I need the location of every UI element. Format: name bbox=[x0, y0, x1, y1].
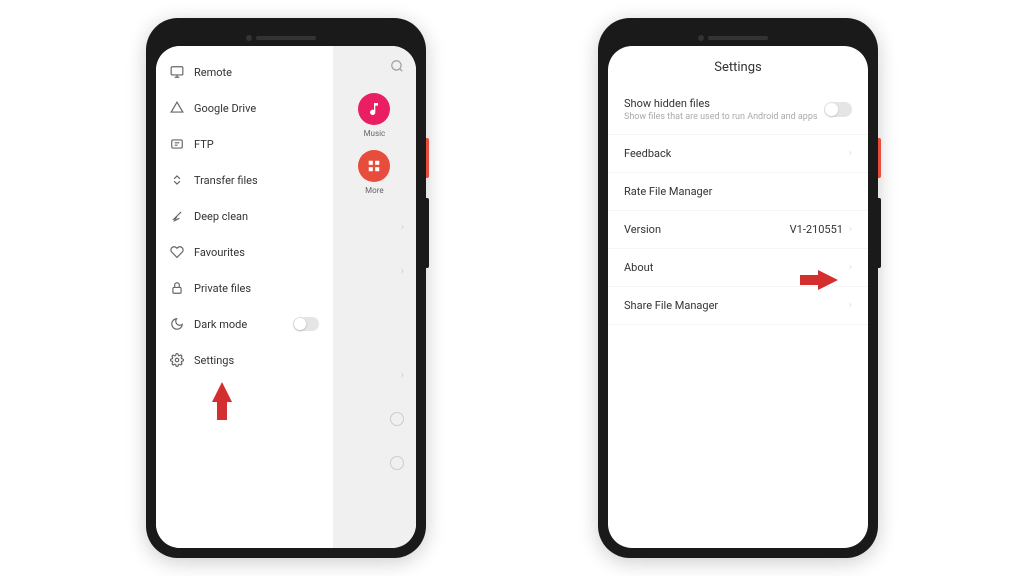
chevron-right-icon: › bbox=[849, 300, 852, 311]
chevron-right-icon: › bbox=[401, 266, 404, 277]
setting-title: Share File Manager bbox=[624, 299, 718, 312]
chevron-right-icon: › bbox=[849, 224, 852, 235]
hidden-files-toggle[interactable] bbox=[824, 102, 852, 117]
drawer-item-settings[interactable]: Settings bbox=[156, 342, 333, 378]
chevron-right-icon: › bbox=[849, 148, 852, 159]
search-icon[interactable] bbox=[337, 54, 412, 81]
page-title: Settings bbox=[608, 46, 868, 85]
radio-icon bbox=[390, 456, 404, 470]
setting-subtitle: Show files that are used to run Android … bbox=[624, 112, 818, 122]
volume-button bbox=[426, 198, 429, 268]
drawer-item-remote[interactable]: Remote bbox=[156, 54, 333, 90]
drawer-item-google-drive[interactable]: Google Drive bbox=[156, 90, 333, 126]
phone-mockup-right: Settings Show hidden files Show files th… bbox=[598, 18, 878, 558]
drawer-item-dark-mode[interactable]: Dark mode bbox=[156, 306, 333, 342]
drawer-item-transfer[interactable]: Transfer files bbox=[156, 162, 333, 198]
lock-icon bbox=[170, 281, 184, 295]
gear-icon bbox=[170, 353, 184, 367]
drawer-label: FTP bbox=[194, 138, 214, 151]
setting-title: Feedback bbox=[624, 147, 671, 160]
setting-title: Show hidden files bbox=[624, 97, 818, 110]
phone-mockup-left: Remote Google Drive FTP Transfer files D… bbox=[146, 18, 426, 558]
annotation-arrow-up bbox=[212, 382, 232, 402]
music-note-icon bbox=[358, 93, 390, 125]
ftp-icon bbox=[170, 137, 184, 151]
drawer-item-favourites[interactable]: Favourites bbox=[156, 234, 333, 270]
list-row[interactable] bbox=[337, 443, 412, 483]
radio-icon bbox=[390, 412, 404, 426]
transfer-icon bbox=[170, 173, 184, 187]
list-row[interactable] bbox=[337, 399, 412, 439]
setting-share[interactable]: Share File Manager › bbox=[608, 287, 868, 325]
setting-title: About bbox=[624, 261, 653, 274]
navigation-drawer: Remote Google Drive FTP Transfer files D… bbox=[156, 46, 333, 548]
drawer-label: Transfer files bbox=[194, 174, 258, 187]
heart-icon bbox=[170, 245, 184, 259]
chevron-right-icon: › bbox=[401, 370, 404, 381]
app-label: Music bbox=[364, 129, 386, 138]
chevron-right-icon: › bbox=[849, 262, 852, 273]
drawer-label: Private files bbox=[194, 282, 251, 295]
app-label: More bbox=[365, 186, 383, 195]
version-value: V1-210551 bbox=[790, 223, 843, 236]
volume-button bbox=[878, 198, 881, 268]
dark-mode-toggle[interactable] bbox=[293, 317, 319, 331]
moon-icon bbox=[170, 317, 184, 331]
app-tile-music[interactable]: Music bbox=[337, 93, 412, 138]
drive-icon bbox=[170, 101, 184, 115]
phone-screen-left: Remote Google Drive FTP Transfer files D… bbox=[156, 46, 416, 548]
annotation-arrow-right bbox=[818, 270, 838, 290]
drawer-label: Favourites bbox=[194, 246, 245, 259]
phone-screen-right: Settings Show hidden files Show files th… bbox=[608, 46, 868, 548]
drawer-label: Google Drive bbox=[194, 102, 256, 115]
drawer-label: Settings bbox=[194, 354, 234, 367]
monitor-icon bbox=[170, 65, 184, 79]
power-button bbox=[426, 138, 429, 178]
category-row[interactable]: › bbox=[337, 251, 412, 291]
setting-title: Version bbox=[624, 223, 661, 236]
drawer-label: Deep clean bbox=[194, 210, 248, 223]
app-tile-more[interactable]: More bbox=[337, 150, 412, 195]
category-row[interactable]: › bbox=[337, 207, 412, 247]
broom-icon bbox=[170, 209, 184, 223]
setting-rate[interactable]: Rate File Manager bbox=[608, 173, 868, 211]
setting-show-hidden[interactable]: Show hidden files Show files that are us… bbox=[608, 85, 868, 135]
drawer-item-private-files[interactable]: Private files bbox=[156, 270, 333, 306]
drawer-item-ftp[interactable]: FTP bbox=[156, 126, 333, 162]
drawer-label: Dark mode bbox=[194, 318, 247, 331]
setting-feedback[interactable]: Feedback › bbox=[608, 135, 868, 173]
setting-title: Rate File Manager bbox=[624, 185, 712, 198]
drawer-item-deep-clean[interactable]: Deep clean bbox=[156, 198, 333, 234]
power-button bbox=[878, 138, 881, 178]
category-row[interactable]: › bbox=[337, 355, 412, 395]
home-partial-view: Music More › › › bbox=[333, 46, 416, 548]
setting-version[interactable]: Version V1-210551 › bbox=[608, 211, 868, 249]
grid-icon bbox=[358, 150, 390, 182]
chevron-right-icon: › bbox=[401, 222, 404, 233]
drawer-label: Remote bbox=[194, 66, 232, 79]
